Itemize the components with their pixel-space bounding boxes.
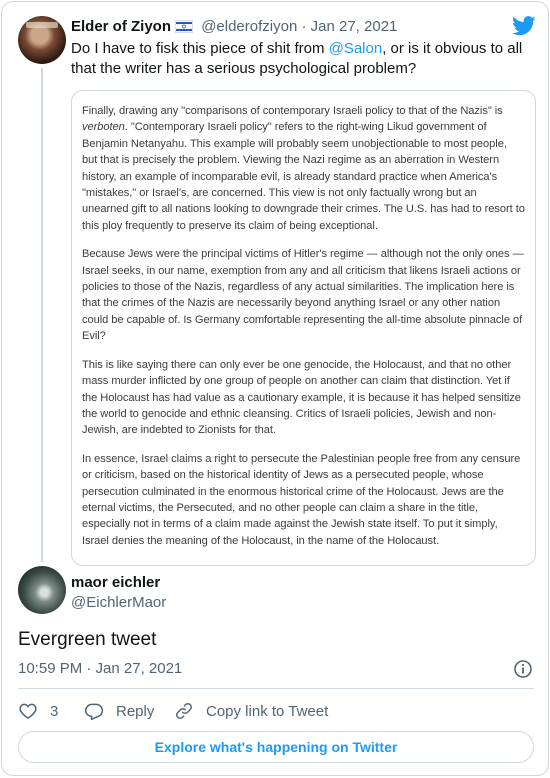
author-name[interactable]: maor eichler	[71, 573, 160, 593]
reply-icon	[84, 703, 104, 721]
copy-link-button[interactable]: Copy link to Tweet	[174, 700, 328, 722]
twitter-bird-icon[interactable]	[512, 16, 536, 36]
mention-link[interactable]: @Salon	[329, 40, 383, 57]
tweet-embed-card: Elder of Ziyon ✡ @elderofziyon · Jan 27, …	[1, 1, 549, 776]
reply-button[interactable]: Reply	[84, 700, 154, 722]
tweet-actions: 3 Reply Copy link to Tweet	[18, 700, 534, 722]
link-icon	[176, 703, 192, 719]
explore-button[interactable]: Explore what's happening on Twitter	[18, 731, 534, 763]
tweet-text: Evergreen tweet	[18, 629, 157, 650]
author-avatar[interactable]	[18, 566, 66, 614]
parent-avatar[interactable]	[18, 16, 66, 64]
screenshot-paragraph: This is like saying there can only ever …	[82, 358, 521, 437]
screenshot-paragraph: Because Jews were the principal victims …	[82, 248, 524, 343]
parent-author-name[interactable]: Elder of Ziyon	[71, 18, 171, 35]
divider	[18, 688, 534, 689]
copy-link-label: Copy link to Tweet	[206, 702, 329, 720]
author-handle[interactable]: @EichlerMaor	[71, 593, 166, 613]
parent-date[interactable]: Jan 27, 2021	[311, 18, 398, 35]
thread-connector	[41, 68, 43, 562]
article-screenshot[interactable]: Finally, drawing any "comparisons of con…	[71, 90, 536, 566]
reply-label: Reply	[116, 702, 155, 720]
like-button[interactable]: 3	[18, 700, 58, 722]
parent-tweet-text: Do I have to fisk this piece of shit fro…	[71, 40, 523, 77]
screenshot-paragraph: Finally, drawing any "comparisons of con…	[82, 105, 525, 232]
heart-icon	[19, 703, 37, 719]
separator-dot: ·	[301, 18, 307, 35]
info-icon[interactable]	[513, 659, 533, 679]
tweet-timestamp[interactable]: 10:59 PM · Jan 27, 2021	[18, 659, 182, 679]
israel-flag-icon: ✡	[175, 20, 194, 33]
tweet-author[interactable]: maor eichler @EichlerMaor	[18, 566, 468, 616]
parent-author-handle[interactable]: @elderofziyon	[201, 18, 297, 35]
like-count: 3	[50, 702, 59, 720]
screenshot-paragraph: In essence, Israel claims a right to per…	[82, 452, 521, 547]
parent-header: Elder of Ziyon ✡ @elderofziyon · Jan 27, …	[71, 17, 536, 37]
